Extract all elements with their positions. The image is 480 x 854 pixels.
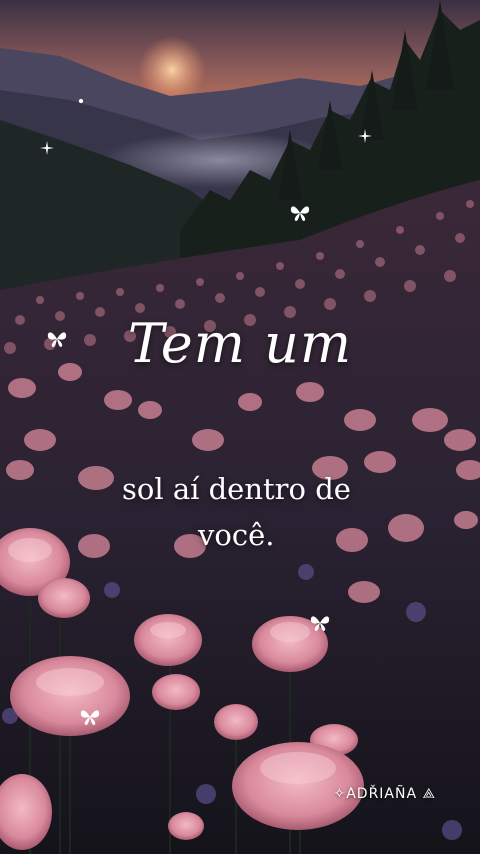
quote-body: sol aí dentro de você.: [100, 466, 380, 558]
sparkle-icon: [78, 98, 84, 104]
quote-line-1: sol aí dentro de: [122, 472, 351, 506]
sparkle-icon: [358, 129, 372, 143]
background-scene: [0, 0, 480, 854]
signature-watermark: ✧ADŘIAÑA ⟁: [333, 786, 436, 802]
butterfly-icon: [310, 616, 330, 631]
butterfly-icon: [290, 206, 310, 221]
sparkle-icon: [40, 141, 54, 155]
quote-title: Tem um: [127, 312, 353, 375]
butterfly-icon: [80, 710, 100, 725]
quote-line-2: você.: [198, 518, 275, 552]
